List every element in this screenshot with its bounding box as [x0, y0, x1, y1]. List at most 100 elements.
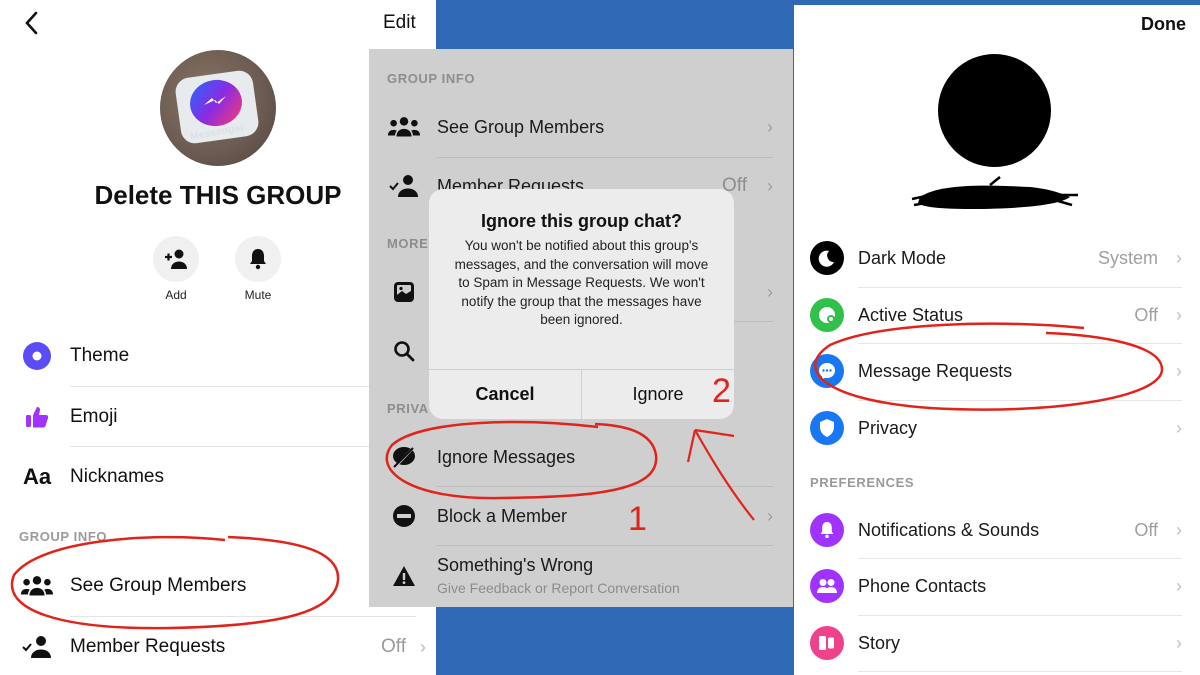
chevron-right-icon: › — [767, 175, 773, 196]
story-label: Story — [858, 632, 901, 653]
see-group-members-label: See Group Members — [437, 116, 605, 137]
bell-icon — [250, 249, 266, 270]
divider — [437, 545, 773, 546]
done-button[interactable]: Done — [1141, 14, 1186, 35]
cancel-button[interactable]: Cancel — [429, 370, 582, 419]
member-requests-row[interactable]: Member Requests Off › — [0, 619, 436, 675]
story-icon-wrap — [810, 626, 844, 660]
phone-contacts-label: Phone Contacts — [858, 575, 987, 596]
see-group-members-row[interactable]: See Group Members › — [369, 99, 793, 155]
dialog-buttons: Cancel Ignore — [429, 369, 734, 419]
divider — [70, 446, 416, 447]
divider — [70, 616, 416, 617]
notifications-icon-wrap — [810, 513, 844, 547]
messenger-settings-panel: Done Dark Mode System › Active Status Of… — [794, 5, 1200, 675]
theme-label: Theme — [70, 345, 130, 366]
message-requests-icon-wrap — [810, 354, 844, 388]
chevron-right-icon: › — [1176, 632, 1182, 653]
somethings-wrong-sublabel: Give Feedback or Report Conversation — [437, 580, 680, 596]
group-info-header: GROUP INFO — [19, 529, 108, 544]
theme-icon — [20, 339, 54, 373]
dark-mode-value: System — [1097, 247, 1158, 268]
dark-mode-icon-wrap — [810, 241, 844, 275]
notifications-sounds-value: Off — [1134, 519, 1158, 540]
ignore-button[interactable]: Ignore — [582, 370, 734, 419]
active-status-icon — [810, 298, 844, 332]
moon-icon — [810, 241, 844, 275]
redacted-name-scribble — [911, 176, 1078, 209]
story-icon — [810, 626, 844, 660]
active-status-value: Off — [1134, 304, 1158, 325]
member-requests-label: Member Requests — [70, 636, 226, 657]
chevron-right-icon: › — [1176, 575, 1182, 596]
member-requests-icon — [387, 169, 421, 203]
chevron-right-icon: › — [1176, 304, 1182, 325]
message-requests-row[interactable]: Message Requests › — [794, 343, 1200, 399]
ignore-messages-row[interactable]: Ignore Messages — [369, 429, 793, 485]
contacts-icon-wrap — [810, 569, 844, 603]
chevron-right-icon: › — [767, 281, 773, 302]
lightning-icon — [204, 96, 226, 105]
somethings-wrong-label: Something's Wrong — [437, 555, 594, 575]
emoji-label: Emoji — [70, 406, 118, 427]
chevron-right-icon: › — [420, 636, 426, 657]
member-requests-icon — [20, 630, 54, 664]
chevron-right-icon: › — [1176, 360, 1182, 381]
dialog-title: Ignore this group chat? — [481, 211, 682, 231]
active-status-icon-wrap — [810, 298, 844, 332]
group-avatar[interactable]: Messenger — [160, 50, 276, 166]
photo-icon — [387, 275, 421, 309]
chevron-right-icon: › — [767, 116, 773, 137]
ignore-messages-label: Ignore Messages — [437, 446, 576, 467]
group-info-header: GROUP INFO — [387, 71, 476, 86]
group-members-icon — [387, 110, 421, 144]
story-row[interactable]: Story › — [794, 615, 1200, 671]
privacy-row[interactable]: Privacy › — [794, 400, 1200, 456]
chevron-right-icon: › — [1176, 247, 1182, 268]
dark-mode-row[interactable]: Dark Mode System › — [794, 230, 1200, 286]
notifications-sounds-row[interactable]: Notifications & Sounds Off › — [794, 502, 1200, 558]
mute-button[interactable]: Mute — [235, 236, 281, 302]
privacy-header: PRIVA — [387, 401, 429, 416]
nicknames-label: Nicknames — [70, 466, 164, 487]
block-icon — [387, 499, 421, 533]
divider — [437, 486, 773, 487]
chevron-right-icon: › — [1176, 519, 1182, 540]
preferences-header: PREFERENCES — [810, 475, 915, 490]
chevron-right-icon: › — [767, 505, 773, 526]
profile-picture-redacted[interactable] — [938, 54, 1051, 167]
block-member-row[interactable]: Block a Member › — [369, 488, 793, 544]
phone-contacts-row[interactable]: Phone Contacts › — [794, 558, 1200, 614]
divider — [70, 386, 416, 387]
ignore-group-dialog: Ignore this group chat? You won't be not… — [429, 189, 734, 419]
warning-icon — [387, 559, 421, 593]
search-icon — [387, 334, 421, 368]
shield-icon — [810, 411, 844, 445]
dark-mode-label: Dark Mode — [858, 247, 947, 268]
block-member-label: Block a Member — [437, 505, 568, 526]
active-status-row[interactable]: Active Status Off › — [794, 287, 1200, 343]
see-group-members-label: See Group Members — [70, 575, 247, 596]
back-button[interactable] — [18, 8, 48, 38]
add-label: Add — [165, 288, 187, 302]
chevron-right-icon: › — [1176, 417, 1182, 438]
privacy-label: Privacy — [858, 417, 918, 438]
group-members-icon — [20, 569, 54, 603]
contacts-icon — [810, 569, 844, 603]
add-person-icon — [165, 249, 187, 269]
edit-button[interactable]: Edit — [383, 12, 416, 34]
dialog-message: You won't be notified about this group's… — [454, 238, 709, 327]
somethings-wrong-row[interactable]: Something's Wrong Give Feedback or Repor… — [369, 547, 793, 605]
notifications-sounds-label: Notifications & Sounds — [858, 519, 1040, 540]
ignore-messages-icon — [387, 440, 421, 474]
privacy-icon-wrap — [810, 411, 844, 445]
thumbs-up-icon — [20, 400, 54, 434]
bell-icon — [810, 513, 844, 547]
divider — [858, 671, 1182, 672]
member-requests-value: Off — [381, 636, 406, 657]
mute-label: Mute — [244, 288, 272, 302]
message-requests-label: Message Requests — [858, 360, 1013, 381]
add-member-button[interactable]: Add — [153, 236, 199, 302]
active-status-label: Active Status — [858, 304, 964, 325]
message-requests-icon — [810, 354, 844, 388]
